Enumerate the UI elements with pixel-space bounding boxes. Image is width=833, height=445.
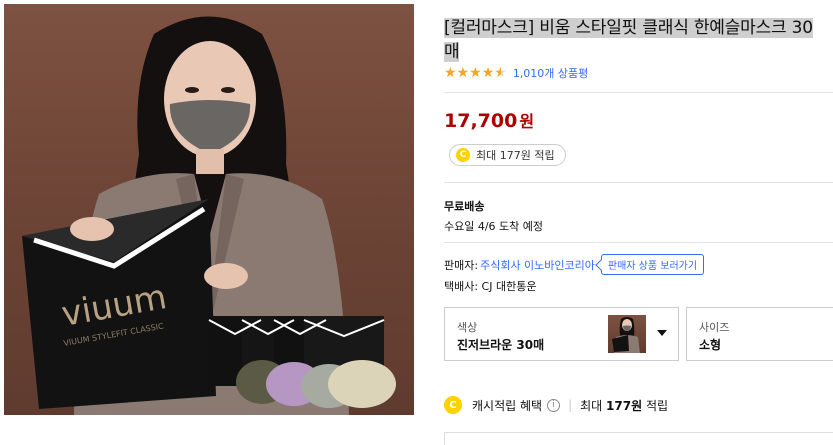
color-option-select[interactable]: 색상 진저브라운 30매 — [444, 307, 679, 361]
size-option-label: 사이즈 — [699, 321, 730, 334]
chevron-down-icon — [657, 330, 667, 336]
price-amount: 17,700 — [444, 110, 518, 132]
rating-stars: ★ ★ ★ ★ ★ — [444, 66, 507, 80]
star-icon: ★ — [444, 65, 457, 81]
color-option-thumbnail — [608, 315, 646, 353]
reward-chip-text: 최대 177원 적립 — [476, 149, 555, 162]
courier-info: 택배사: CJ 대한통운 — [444, 280, 537, 293]
cash-reward-prefix: 최대 — [580, 398, 603, 413]
product-image[interactable]: viuum VIUUM STYLEFIT CLASSIC — [4, 4, 414, 415]
size-option-value: 소형 — [699, 338, 722, 352]
star-icon: ★ — [469, 65, 482, 81]
size-option-select[interactable]: 사이즈 소형 — [686, 307, 833, 361]
reward-chip[interactable]: C 최대 177원 적립 — [449, 144, 566, 166]
review-count-link[interactable]: 1,010개 상품평 — [513, 65, 588, 81]
product-rating[interactable]: ★ ★ ★ ★ ★ 1,010개 상품평 — [444, 64, 588, 82]
price-unit: 원 — [519, 112, 535, 131]
product-photo-illustration: viuum VIUUM STYLEFIT CLASSIC — [22, 16, 396, 415]
product-title-text: [컬러마스크] 비움 스타일핏 클래식 한예슬마스크 30매 — [444, 18, 813, 62]
star-icon: ★ — [481, 65, 495, 81]
separator: | — [568, 398, 573, 412]
price: 17,700 원 — [444, 108, 534, 132]
shipping-label: 무료배송 — [444, 200, 485, 213]
color-option-label: 색상 — [457, 321, 478, 334]
info-icon[interactable]: i — [547, 398, 561, 412]
cash-reward-suffix: 적립 — [645, 398, 669, 413]
cash-reward-amount: 177원 — [606, 398, 643, 413]
divider — [444, 242, 833, 243]
color-option-value: 진저브라운 30매 — [457, 338, 545, 352]
cash-reward-label: 캐시적립 혜택 — [472, 398, 543, 413]
cash-coin-icon: C — [444, 396, 462, 414]
product-title: [컬러마스크] 비움 스타일핏 클래식 한예슬마스크 30매 — [444, 16, 816, 64]
cash-reward-row: C 캐시적립 혜택 i | 최대 177원 적립 — [444, 396, 668, 414]
divider — [444, 182, 833, 183]
cash-coin-icon: C — [456, 148, 470, 162]
seller-row: 판매자: 주식회사 이노바인코리아 판매자 상품 보러가기 — [444, 254, 705, 275]
divider — [444, 92, 833, 93]
seller-prefix: 판매자: — [444, 258, 479, 272]
star-half-icon: ★ — [494, 65, 507, 81]
seller-products-button[interactable]: 판매자 상품 보러가기 — [600, 254, 705, 275]
seller-name-link[interactable]: 주식회사 이노바인코리아 — [480, 257, 595, 273]
delivery-date: 수요일 4/6 도착 예정 — [444, 220, 544, 233]
star-icon: ★ — [456, 65, 470, 81]
next-section-box — [444, 432, 833, 445]
